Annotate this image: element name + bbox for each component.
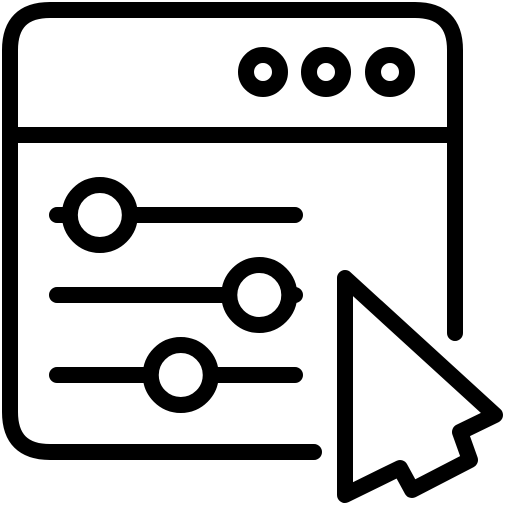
slider-3-knob [142,337,219,413]
slider-2-knob [221,257,298,333]
cursor-arrow-icon [337,270,503,503]
window-dot [301,47,351,97]
browser-settings-cursor-icon [2,2,503,503]
slider-1-knob [61,177,138,253]
icon-canvas [0,0,512,512]
window-dot [238,47,288,97]
window-dot [365,47,415,97]
window-controls [238,47,415,97]
sliders-group [49,177,303,413]
